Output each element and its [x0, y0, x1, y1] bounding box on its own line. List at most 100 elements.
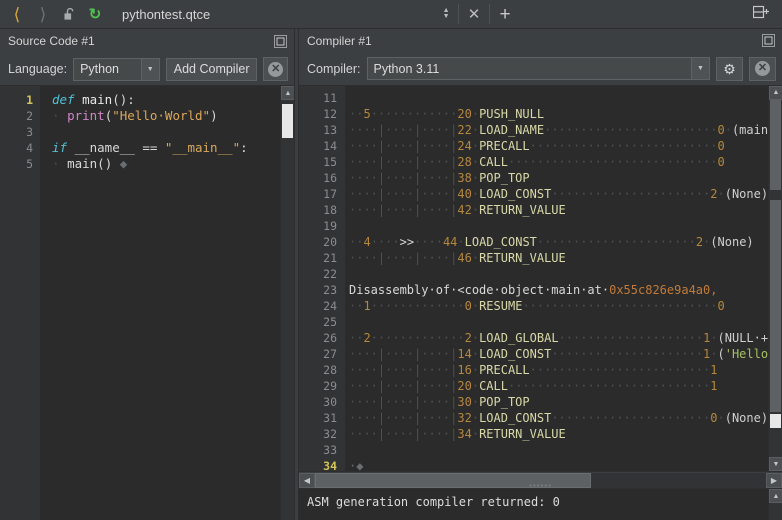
- scroll-left-arrow-icon[interactable]: ◀: [299, 472, 315, 488]
- code-line: ····|····|····|20·CALL··················…: [349, 378, 768, 394]
- code-token: main: [67, 156, 98, 171]
- language-select[interactable]: Python ▼: [73, 57, 160, 81]
- code-token: 2: [464, 330, 472, 345]
- code-token: ····|····|····|: [349, 122, 458, 137]
- file-tab-title[interactable]: pythontest.qtce: [108, 7, 436, 22]
- code-token: 'Hello·W: [724, 346, 768, 361]
- line-number: 23: [323, 282, 337, 297]
- source-editor[interactable]: 12345 def main(): · print("Hello·World") …: [0, 85, 294, 520]
- refresh-icon: ↻: [88, 5, 102, 23]
- compiler-vertical-scrollbar[interactable]: ▲ ▼: [768, 85, 782, 472]
- source-pane-header: Source Code #1: [0, 29, 294, 53]
- code-token: 0: [717, 154, 725, 169]
- code-token: 38: [457, 170, 472, 185]
- forward-button[interactable]: ⟩: [30, 2, 56, 26]
- compiler-vscroll-position-marker: [770, 413, 781, 428]
- code-token: LOAD_CONST: [479, 346, 552, 361]
- code-token: 2: [695, 234, 704, 249]
- code-token: ·: [717, 410, 725, 425]
- line-number: 15: [323, 154, 337, 169]
- code-token: 28: [457, 154, 472, 169]
- code-token: ·: [471, 138, 480, 153]
- code-line: if __name__ == "__main__":: [52, 140, 280, 156]
- code-token: 40: [457, 186, 472, 201]
- code-line: ··5············20·PUSH_NULL: [349, 106, 768, 122]
- code-token: 20: [457, 106, 472, 121]
- code-token: (main): [731, 122, 768, 137]
- compiler-vscroll-thumb[interactable]: [770, 99, 781, 190]
- code-token: "__main__": [164, 140, 241, 155]
- unlocked-padlock-icon: [63, 7, 76, 21]
- scroll-up-arrow-icon[interactable]: ▲: [769, 489, 782, 504]
- line-number: 30: [323, 394, 337, 409]
- scroll-down-arrow-icon[interactable]: ▼: [769, 457, 782, 472]
- close-source-pane-button[interactable]: ✕: [263, 57, 288, 81]
- scroll-up-arrow-icon[interactable]: ▲: [769, 85, 782, 100]
- close-circle-icon: ✕: [268, 61, 284, 77]
- code-token: ····|····|····|: [349, 410, 458, 425]
- compiler-vscroll-track[interactable]: [769, 99, 782, 458]
- code-token: ··: [349, 330, 364, 345]
- code-line: ····|····|····|14·LOAD_CONST············…: [349, 346, 768, 362]
- source-vscroll-thumb[interactable]: [282, 104, 293, 138]
- status-vertical-scrollbar[interactable]: ▲: [768, 489, 782, 520]
- code-token: (None): [724, 410, 768, 425]
- compiler-vscroll-thumb-2[interactable]: [770, 199, 781, 412]
- code-token: ··: [349, 298, 364, 313]
- maximize-panel-icon[interactable]: [760, 33, 776, 49]
- code-token: ·: [471, 202, 480, 217]
- status-vscroll-track[interactable]: [769, 503, 782, 520]
- line-number: 28: [323, 362, 337, 377]
- code-line: ··4····>>····44·LOAD_CONST··············…: [349, 234, 768, 250]
- source-pane-title: Source Code #1: [8, 34, 95, 48]
- line-number: 32: [323, 426, 337, 441]
- code-token: ·: [471, 330, 480, 345]
- compiler-settings-button[interactable]: ⚙: [716, 56, 743, 81]
- code-token: ·: [471, 170, 480, 185]
- code-token: (): [97, 156, 113, 171]
- line-number: 4: [26, 141, 33, 155]
- code-token: ····························: [507, 378, 711, 393]
- code-token: ····|····|····|: [349, 170, 458, 185]
- code-line: ·◆: [349, 458, 768, 472]
- scroll-up-arrow-icon[interactable]: ▲: [281, 86, 294, 100]
- add-tab-button[interactable]: +: [492, 2, 518, 26]
- close-circle-icon: ✕: [755, 61, 770, 77]
- source-vertical-scrollbar[interactable]: ▲: [280, 86, 294, 520]
- line-number: 14: [323, 138, 337, 153]
- tab-spinner[interactable]: ▲ ▼: [436, 3, 456, 25]
- line-number: 24: [323, 298, 337, 313]
- compiler-select[interactable]: Python 3.11 ▼: [366, 57, 710, 81]
- pane-resize-grip[interactable]: ▪▪▪▪▪▪: [529, 482, 552, 490]
- code-line: · print("Hello·World"): [52, 108, 280, 124]
- code-token: ·: [471, 122, 480, 137]
- back-button[interactable]: ⟨: [4, 2, 30, 26]
- code-token: ····|····|····|: [349, 362, 458, 377]
- add-compiler-button[interactable]: Add Compiler: [165, 57, 258, 81]
- code-token: ·····················: [551, 346, 704, 361]
- compiler-label: Compiler:: [307, 61, 361, 76]
- compiler-horizontal-scrollbar[interactable]: ◀ ▶ ▪▪▪▪▪▪: [299, 471, 782, 490]
- lock-button[interactable]: [56, 2, 82, 26]
- line-number: 17: [323, 186, 337, 201]
- close-compiler-pane-button[interactable]: ✕: [749, 56, 776, 81]
- compiler-output-text[interactable]: ··5············20·PUSH_NULL ····|····|···…: [345, 86, 768, 472]
- code-token: 34: [457, 426, 472, 441]
- scroll-right-arrow-icon[interactable]: ▶: [766, 472, 782, 488]
- compiler-output-view[interactable]: 11 12 13 14 15 16 17 18 19 20 21 22 23 24 25 26 27 28 29 30…: [299, 84, 782, 472]
- code-token: ·: [710, 330, 718, 345]
- reload-button[interactable]: ↻: [82, 2, 108, 26]
- add-pane-button[interactable]: [748, 2, 774, 26]
- compiler-pane-header: Compiler #1: [299, 29, 782, 53]
- maximize-panel-icon[interactable]: [272, 33, 288, 49]
- source-code-text[interactable]: def main(): · print("Hello·World") if __n…: [46, 86, 280, 520]
- code-token: ····|····|····|: [349, 202, 458, 217]
- compiler-status-bar: ASM generation compiler returned: 0 ▲: [299, 488, 782, 520]
- code-line: ····|····|····|28·CALL··················…: [349, 154, 768, 170]
- code-line: ····|····|····|34·RETURN_VALUE: [349, 426, 768, 442]
- code-token: ·: [471, 298, 480, 313]
- close-tab-button[interactable]: ✕: [461, 2, 487, 26]
- source-vscroll-track[interactable]: [281, 100, 294, 520]
- code-token: ····|····|····|: [349, 394, 458, 409]
